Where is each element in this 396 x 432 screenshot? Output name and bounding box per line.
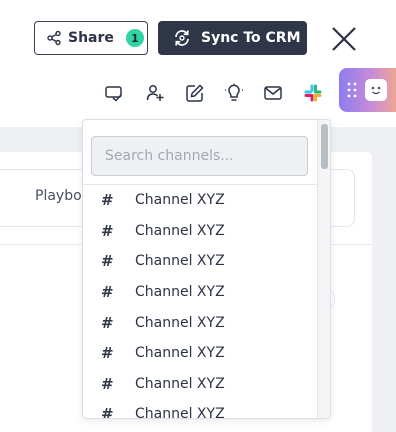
channel-item[interactable]: # Channel XYZ	[83, 338, 317, 369]
channel-list: # Channel XYZ # Channel XYZ # Channel XYZ # Cha…	[83, 185, 317, 419]
sync-label: Sync To CRM	[201, 30, 301, 46]
channel-item[interactable]: # Channel XYZ	[83, 307, 317, 338]
channel-name: Channel XYZ	[135, 345, 225, 362]
assistant-widget[interactable]	[339, 68, 396, 112]
channel-dropdown: # Channel XYZ # Channel XYZ # Channel XYZ # Cha…	[82, 119, 331, 419]
share-icon	[47, 30, 61, 46]
lightbulb-icon[interactable]	[224, 83, 244, 103]
channel-name: Channel XYZ	[135, 375, 225, 392]
slack-icon[interactable]	[303, 83, 323, 103]
scrollbar-thumb[interactable]	[321, 124, 328, 169]
channel-item[interactable]: # Channel XYZ	[83, 185, 317, 216]
drag-handle-icon[interactable]	[347, 82, 357, 98]
hash-icon: #	[101, 405, 114, 419]
hash-icon: #	[101, 283, 114, 302]
mail-icon[interactable]	[263, 83, 283, 103]
channel-item[interactable]: # Channel XYZ	[83, 399, 317, 419]
channel-item[interactable]: # Channel XYZ	[83, 216, 317, 247]
dropdown-scrollbar[interactable]	[317, 120, 330, 418]
hash-icon: #	[101, 344, 114, 363]
hash-icon: #	[101, 313, 114, 332]
channel-item[interactable]: # Channel XYZ	[83, 277, 317, 308]
share-button[interactable]: Share 1	[34, 21, 148, 55]
message-check-icon[interactable]	[104, 83, 124, 103]
channel-item[interactable]: # Channel XYZ	[83, 369, 317, 400]
sync-to-crm-button[interactable]: Sync To CRM	[158, 21, 307, 55]
channel-name: Channel XYZ	[135, 406, 225, 419]
share-label: Share	[68, 30, 114, 46]
channel-name: Channel XYZ	[135, 222, 225, 239]
channel-name: Channel XYZ	[135, 284, 225, 301]
channel-item[interactable]: # Channel XYZ	[83, 246, 317, 277]
assistant-face-icon	[365, 79, 387, 101]
hash-icon: #	[101, 191, 114, 210]
tab-playbook[interactable]: Playbo	[35, 188, 82, 204]
hash-icon: #	[101, 221, 114, 240]
add-user-icon[interactable]	[145, 83, 165, 103]
share-count-badge: 1	[125, 29, 144, 47]
sync-icon	[175, 30, 189, 46]
hash-icon: #	[101, 252, 114, 271]
close-icon[interactable]	[331, 26, 357, 52]
search-channels-input[interactable]	[91, 136, 308, 176]
channel-name: Channel XYZ	[135, 253, 225, 270]
hash-icon: #	[101, 374, 114, 393]
channel-name: Channel XYZ	[135, 314, 225, 331]
edit-icon[interactable]	[185, 83, 205, 103]
channel-name: Channel XYZ	[135, 192, 225, 209]
